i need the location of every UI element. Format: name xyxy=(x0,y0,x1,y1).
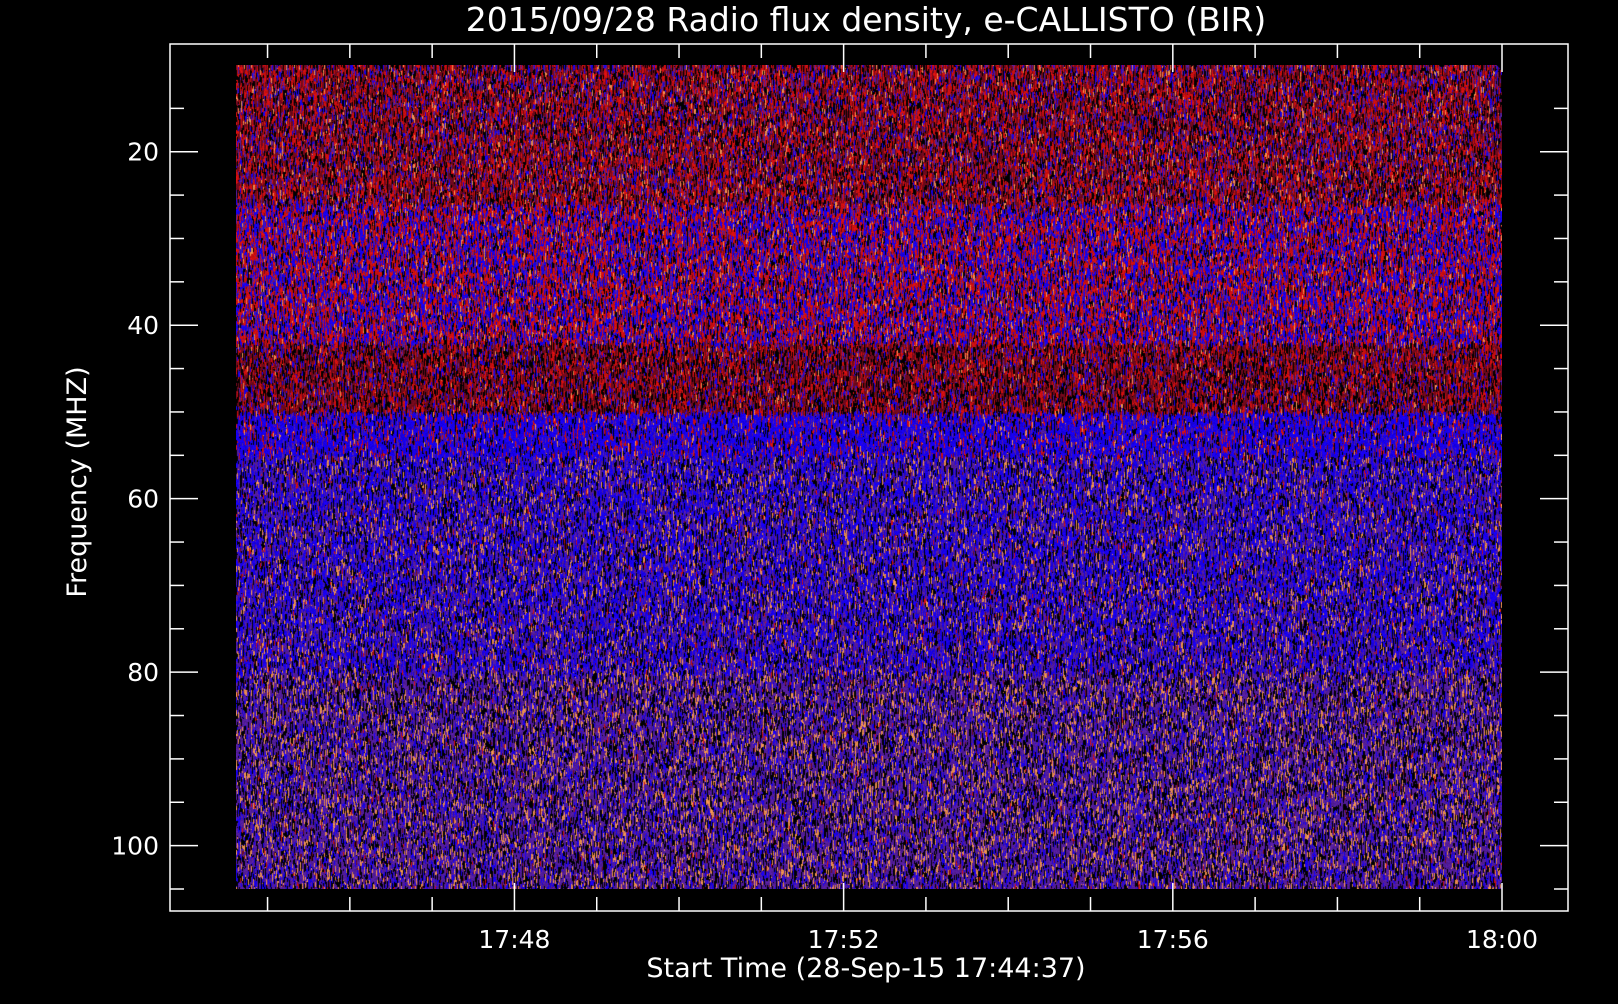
spectrogram-chart: 2015/09/28 Radio flux density, e-CALLIST… xyxy=(0,0,1618,1000)
spectrogram-heatmap xyxy=(236,65,1502,889)
y-tick-label: 40 xyxy=(127,311,159,340)
x-tick-label: 17:56 xyxy=(1137,925,1209,954)
y-axis-label: Frequency (MHZ) xyxy=(62,366,93,597)
x-tick-label: 17:52 xyxy=(808,925,880,954)
y-tick-label: 100 xyxy=(111,832,159,861)
x-tick-label: 18:00 xyxy=(1466,925,1538,954)
x-tick-label: 17:48 xyxy=(478,925,550,954)
chart-title: 2015/09/28 Radio flux density, e-CALLIST… xyxy=(466,0,1267,39)
y-tick-label: 80 xyxy=(127,658,159,687)
chart-svg: 2015/09/28 Radio flux density, e-CALLIST… xyxy=(0,0,1618,1000)
y-tick-label: 60 xyxy=(127,485,159,514)
y-tick-label: 20 xyxy=(127,138,159,167)
x-axis-label: Start Time (28-Sep-15 17:44:37) xyxy=(646,953,1085,984)
